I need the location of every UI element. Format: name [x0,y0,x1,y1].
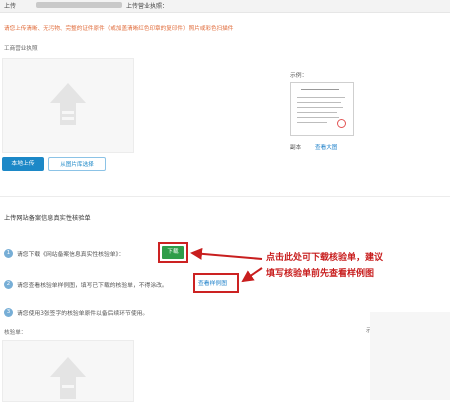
step-2-text: 请您查看核验单样例图，填写已下载的核验单，不得涂改。 [17,283,168,289]
red-seal-icon [337,119,346,128]
verification-upload-area[interactable] [2,340,134,402]
copy-label: 副本 [290,145,302,151]
upload-requirements-notice: 请您上传清晰、无污物、完整的证件原件（或加盖清晰红色印章的复印件）照片或彩色扫描… [4,26,234,32]
step-1-badge: 1 [4,249,13,258]
step-2-badge: 2 [4,280,13,289]
upload-arrow-icon [50,83,86,125]
annotation-line-1: 点击此处可下载核验单，建议 [266,253,384,263]
step-1-text: 请您下载《网站备案信息真实性核验单》： [17,252,125,258]
business-license-upload-area[interactable] [2,58,134,153]
arrow-to-download [190,247,263,260]
verification-sample-image[interactable] [370,312,450,400]
section-divider [0,196,450,197]
header-label-right: 上传营业执照： [126,3,169,10]
view-large-image-link[interactable]: 查看大图 [315,143,337,151]
header-label-left: 上传 [4,3,17,10]
local-upload-button[interactable]: 本地上传 [2,157,44,171]
business-license-sample-image[interactable] [290,82,354,136]
step-3-text: 请您使用3张签字的核验单原件以备后续环节使用。 [17,311,149,317]
step-3-badge: 3 [4,308,13,317]
verification-section-title: 上传网站备案信息真实性核验单 [4,215,91,222]
business-license-label: 工商营业执照 [4,46,38,52]
sample-label: 示例： [290,73,308,79]
arrow-to-sample-link [241,267,263,283]
annotation-line-2: 填写核验单前先查看样例图 [266,269,375,279]
download-button[interactable]: 下载 [162,246,184,259]
view-sample-image-link[interactable]: 查看样例图 [198,278,227,287]
upload-arrow-icon [50,357,86,399]
blurred-company-name [36,2,122,8]
verification-form-label: 核验单： [4,330,27,336]
select-from-library-button[interactable]: 从图片库选择 [48,157,106,171]
